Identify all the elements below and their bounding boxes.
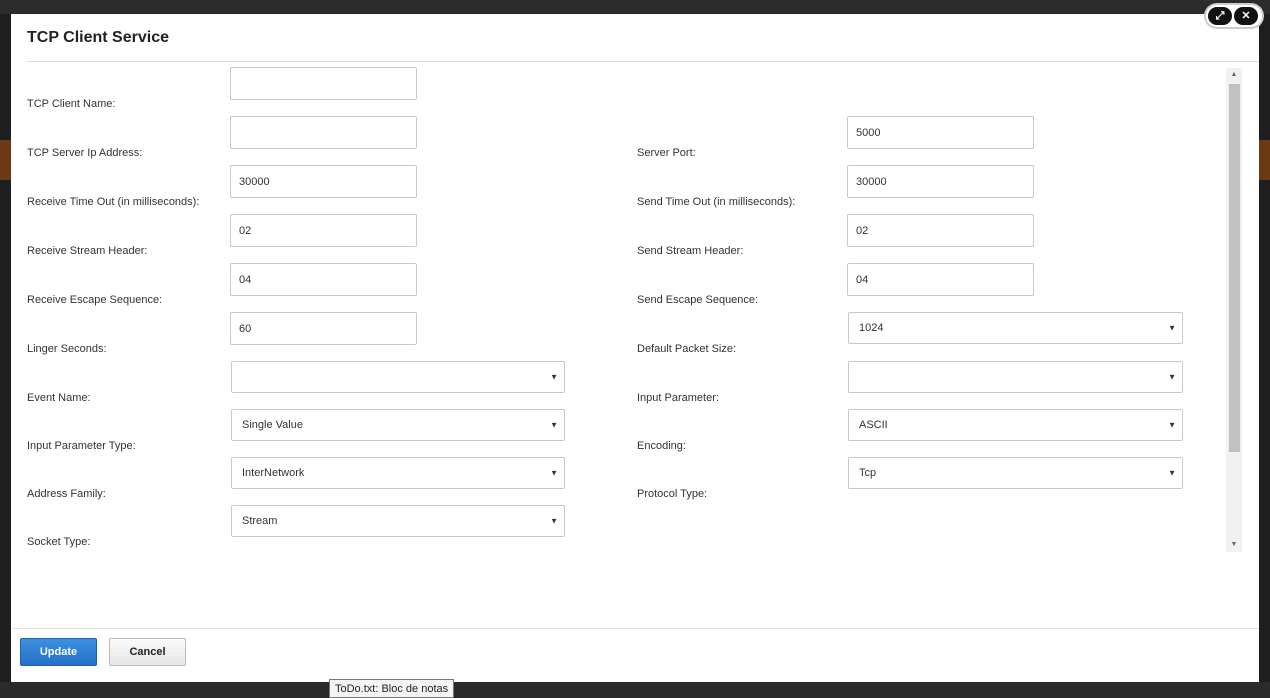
chevron-down-icon: ▼ xyxy=(550,372,558,382)
server-port-input[interactable]: 5000 xyxy=(847,116,1034,149)
chevron-down-icon: ▼ xyxy=(1168,323,1176,333)
default-packet-size-select[interactable]: 1024 ▼ xyxy=(848,312,1183,344)
protocol-type-label: Protocol Type: xyxy=(637,488,708,500)
background-accent-right xyxy=(1258,140,1270,180)
receive-stream-header-label: Receive Stream Header: xyxy=(27,245,148,257)
protocol-type-value: Tcp xyxy=(859,467,877,479)
title-divider xyxy=(27,61,1259,62)
send-stream-header-label: Send Stream Header: xyxy=(637,245,744,257)
send-timeout-label: Send Time Out (in milliseconds): xyxy=(637,196,796,208)
encoding-select[interactable]: ASCII ▼ xyxy=(848,409,1183,441)
tcp-client-name-input[interactable] xyxy=(230,67,417,100)
background-app-header xyxy=(0,0,1270,14)
send-escape-sequence-input[interactable]: 04 xyxy=(847,263,1034,296)
scroll-up-icon[interactable]: ▲ xyxy=(1226,68,1242,82)
receive-stream-header-input[interactable]: 02 xyxy=(230,214,417,247)
window-controls: ⤢ ✕ xyxy=(1206,5,1262,27)
chevron-down-icon: ▼ xyxy=(1168,420,1176,430)
service-form: TCP Client Name: TCP Server Ip Address: … xyxy=(11,67,1227,553)
chevron-down-icon: ▼ xyxy=(550,420,558,430)
encoding-value: ASCII xyxy=(859,419,888,431)
server-port-label: Server Port: xyxy=(637,147,696,159)
tcp-server-ip-input[interactable] xyxy=(230,116,417,149)
chevron-down-icon: ▼ xyxy=(1168,468,1176,478)
input-parameter-type-value: Single Value xyxy=(242,419,303,431)
address-family-select[interactable]: InterNetwork ▼ xyxy=(231,457,565,489)
receive-escape-sequence-input[interactable]: 04 xyxy=(230,263,417,296)
send-stream-header-input[interactable]: 02 xyxy=(847,214,1034,247)
send-escape-sequence-label: Send Escape Sequence: xyxy=(637,294,759,306)
scroll-thumb[interactable] xyxy=(1229,84,1240,452)
receive-timeout-input[interactable]: 30000 xyxy=(230,165,417,198)
dialog-title: TCP Client Service xyxy=(27,29,169,46)
linger-seconds-input[interactable]: 60 xyxy=(230,312,417,345)
protocol-type-select[interactable]: Tcp ▼ xyxy=(848,457,1183,489)
receive-timeout-label: Receive Time Out (in milliseconds): xyxy=(27,196,200,208)
send-timeout-input[interactable]: 30000 xyxy=(847,165,1034,198)
event-name-label: Event Name: xyxy=(27,392,91,404)
taskbar-tooltip: ToDo.txt: Bloc de notas xyxy=(329,679,455,698)
socket-type-label: Socket Type: xyxy=(27,536,91,548)
encoding-label: Encoding: xyxy=(637,440,686,452)
tcp-client-name-label: TCP Client Name: xyxy=(27,98,116,110)
chevron-down-icon: ▼ xyxy=(550,516,558,526)
scroll-down-icon[interactable]: ▼ xyxy=(1226,538,1242,552)
input-parameter-type-label: Input Parameter Type: xyxy=(27,440,136,452)
address-family-value: InterNetwork xyxy=(242,467,305,479)
tcp-client-service-dialog: ⤢ ✕ TCP Client Service TCP Client Name: … xyxy=(11,5,1262,682)
chevron-down-icon: ▼ xyxy=(1168,372,1176,382)
input-parameter-select[interactable]: ▼ xyxy=(848,361,1183,393)
tcp-server-ip-label: TCP Server Ip Address: xyxy=(27,147,143,159)
default-packet-size-value: 1024 xyxy=(859,322,884,334)
update-button[interactable]: Update xyxy=(20,638,97,666)
footer-divider xyxy=(11,628,1259,629)
input-parameter-label: Input Parameter: xyxy=(637,392,719,404)
input-parameter-type-select[interactable]: Single Value ▼ xyxy=(231,409,565,441)
form-scrollbar[interactable]: ▲ ▼ xyxy=(1226,68,1242,552)
close-icon[interactable]: ✕ xyxy=(1234,7,1258,25)
chevron-down-icon: ▼ xyxy=(550,468,558,478)
maximize-icon[interactable]: ⤢ xyxy=(1208,7,1232,25)
linger-seconds-label: Linger Seconds: xyxy=(27,343,107,355)
socket-type-select[interactable]: Stream ▼ xyxy=(231,505,565,537)
background-app-footer xyxy=(0,682,1270,698)
cancel-button[interactable]: Cancel xyxy=(109,638,186,666)
event-name-select[interactable]: ▼ xyxy=(231,361,565,393)
address-family-label: Address Family: xyxy=(27,488,106,500)
default-packet-size-label: Default Packet Size: xyxy=(637,343,737,355)
socket-type-value: Stream xyxy=(242,515,278,527)
receive-escape-sequence-label: Receive Escape Sequence: xyxy=(27,294,163,306)
